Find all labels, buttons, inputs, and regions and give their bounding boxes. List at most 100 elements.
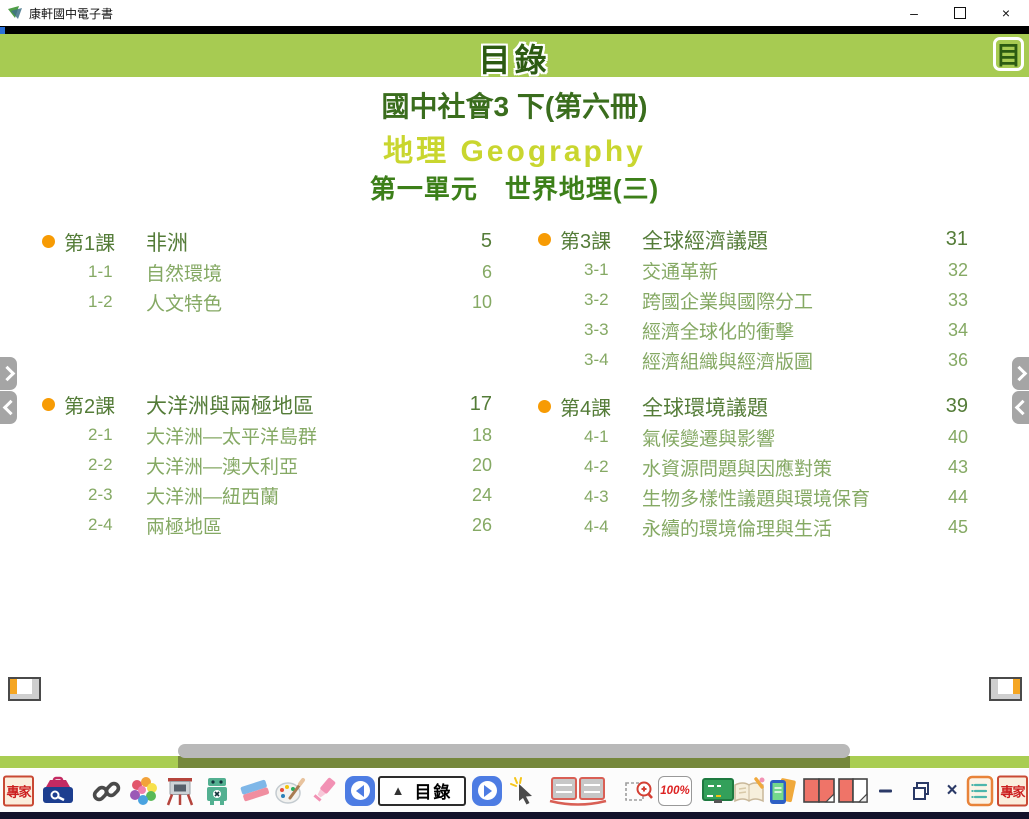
window-maximize-button[interactable] xyxy=(937,0,983,26)
toolbar-restore-button[interactable] xyxy=(911,781,931,801)
single-page-view-icon[interactable] xyxy=(836,776,870,806)
window-titlebar: 康軒國中電子書 – × xyxy=(0,0,1029,26)
flip-tab-right-prev[interactable] xyxy=(1012,391,1029,424)
sub-number: 1-1 xyxy=(64,262,146,282)
link-icon[interactable] xyxy=(92,776,122,806)
sub-number: 4-3 xyxy=(560,487,642,507)
sub-number: 4-1 xyxy=(560,427,642,447)
corner-orange-strip xyxy=(1013,679,1020,694)
sub-title: 氣候變遷與影響 xyxy=(642,424,916,451)
page-content: 國中社會3 下(第六冊) 地理 Geography 第一單元 世界地理(三) 第… xyxy=(0,77,1029,768)
easel-icon[interactable] xyxy=(163,775,197,807)
open-book-icon[interactable] xyxy=(546,774,610,808)
corner-grey-strip xyxy=(991,679,998,694)
toc-sub-row[interactable]: 3-1 交通革新 32 xyxy=(536,255,968,285)
chapter-bullet xyxy=(536,395,560,419)
corner-orange-strip xyxy=(10,679,17,694)
zoom-select-icon[interactable] xyxy=(624,776,654,806)
notebook-pencil-icon[interactable] xyxy=(731,776,767,806)
corner-bottom-strip xyxy=(991,694,1020,699)
flip-tab-right-next[interactable] xyxy=(1012,357,1029,390)
toc-sub-row[interactable]: 3-4 經濟組織與經濟版圖 36 xyxy=(536,345,968,375)
sub-number: 3-1 xyxy=(560,260,642,280)
toc-sub-row[interactable]: 2-4 兩極地區 26 xyxy=(40,510,492,540)
palette-icon[interactable] xyxy=(274,776,306,806)
flip-tab-left-prev[interactable] xyxy=(0,391,17,424)
toc-block-ch2: 第2課 大洋洲與兩極地區 17 2-1 大洋洲—太平洋島群 18 2-2 大洋洲… xyxy=(40,389,492,540)
triangle-up-icon: ▲ xyxy=(392,783,405,798)
window-close-button[interactable]: × xyxy=(983,0,1029,26)
toc-sub-row[interactable]: 1-1 自然環境 6 xyxy=(40,257,492,287)
chalkboard-icon[interactable] xyxy=(701,776,735,806)
toc-sub-row[interactable]: 3-3 經濟全球化的衝擊 34 xyxy=(536,315,968,345)
sub-title: 交通革新 xyxy=(642,257,916,284)
toc-sub-row[interactable]: 4-1 氣候變遷與影響 40 xyxy=(536,422,968,452)
sub-title: 兩極地區 xyxy=(146,512,440,539)
bottom-border-strip xyxy=(0,812,1029,819)
toc-sub-row[interactable]: 4-2 水資源問題與因應對策 43 xyxy=(536,452,968,482)
chevron-right-icon xyxy=(0,366,15,382)
robot-trash-icon[interactable] xyxy=(202,775,232,807)
sub-page: 43 xyxy=(916,457,968,478)
sub-page: 33 xyxy=(916,290,968,311)
page-menu-box[interactable]: ▲ 目錄 xyxy=(378,776,466,806)
sub-page: 10 xyxy=(440,292,492,313)
sub-number: 2-4 xyxy=(64,515,146,535)
clipboard-list-icon[interactable] xyxy=(966,775,994,807)
book-title: 國中社會3 下(第六冊) xyxy=(0,85,1029,125)
toc-chapter-row[interactable]: 第1課 非洲 5 xyxy=(40,226,492,257)
two-page-view-icon[interactable] xyxy=(801,776,839,806)
sparkle-cursor-icon[interactable] xyxy=(509,776,539,806)
sub-title: 永續的環境倫理與生活 xyxy=(642,514,916,541)
chapter-bullet xyxy=(40,230,64,254)
toolbar-close-button[interactable]: × xyxy=(944,780,960,802)
sub-page: 24 xyxy=(440,485,492,506)
toc-sub-row[interactable]: 2-1 大洋洲—太平洋島群 18 xyxy=(40,420,492,450)
toolbar-minimize-button[interactable] xyxy=(876,789,894,792)
flip-tab-left-next[interactable] xyxy=(0,357,17,390)
toc-sub-row[interactable]: 2-2 大洋洲—澳大利亞 20 xyxy=(40,450,492,480)
chapter-page: 17 xyxy=(440,393,492,416)
ebook-app-window: 康軒國中電子書 – × 目錄 目 國中社會3 下(第六冊) 地理 Geograp… xyxy=(0,0,1029,819)
sub-title: 經濟組織與經濟版圖 xyxy=(642,347,916,374)
sub-page: 6 xyxy=(440,262,492,283)
eraser-icon[interactable] xyxy=(239,776,271,806)
expert-mode-button-left[interactable]: 專家 xyxy=(3,775,34,806)
flower-pins-icon[interactable] xyxy=(127,775,159,807)
toc-sub-row[interactable]: 4-4 永續的環境倫理與生活 45 xyxy=(536,512,968,542)
sub-number: 2-3 xyxy=(64,485,146,505)
zoom-level-box[interactable]: 100% xyxy=(658,776,692,806)
maximize-icon xyxy=(954,7,966,19)
prev-page-button[interactable] xyxy=(345,776,375,806)
horizontal-scrollbar[interactable] xyxy=(178,744,850,758)
toc-bookmark-icon[interactable]: 目 xyxy=(993,37,1024,71)
page-curl-button-left[interactable] xyxy=(8,677,41,701)
toc-sub-row[interactable]: 4-3 生物多樣性議題與環境保育 44 xyxy=(536,482,968,512)
toc-sub-row[interactable]: 1-2 人文特色 10 xyxy=(40,287,492,317)
sub-title: 人文特色 xyxy=(146,289,440,316)
window-title: 康軒國中電子書 xyxy=(29,5,113,22)
app-icon xyxy=(7,5,23,21)
toc-chapter-row[interactable]: 第2課 大洋洲與兩極地區 17 xyxy=(40,389,492,420)
toc-chapter-row[interactable]: 第3課 全球經濟議題 31 xyxy=(536,224,968,255)
toc-block-ch3: 第3課 全球經濟議題 31 3-1 交通革新 32 3-2 跨國企業與國際分工 … xyxy=(536,224,968,375)
toolbox-icon[interactable] xyxy=(40,775,76,807)
corner-grey-strip xyxy=(32,679,39,694)
toc-sub-row[interactable]: 2-3 大洋洲—紐西蘭 24 xyxy=(40,480,492,510)
toc-sub-row[interactable]: 3-2 跨國企業與國際分工 33 xyxy=(536,285,968,315)
chapter-number: 第3課 xyxy=(560,225,642,254)
device-reader-icon[interactable] xyxy=(766,775,798,807)
window-minimize-button[interactable]: – xyxy=(891,0,937,26)
chapter-title: 大洋洲與兩極地區 xyxy=(146,390,440,420)
bullet-icon xyxy=(42,398,55,411)
expert-mode-button-right[interactable]: 專家 xyxy=(997,775,1028,806)
sub-page: 20 xyxy=(440,455,492,476)
next-page-button[interactable] xyxy=(472,776,502,806)
corner-bottom-strip xyxy=(10,694,39,699)
highlighter-icon[interactable] xyxy=(309,776,339,806)
sub-page: 34 xyxy=(916,320,968,341)
chapter-title: 非洲 xyxy=(146,227,440,257)
page-curl-button-right[interactable] xyxy=(989,677,1022,701)
toc-chapter-row[interactable]: 第4課 全球環境議題 39 xyxy=(536,391,968,422)
top-divider-strip xyxy=(0,26,1029,34)
